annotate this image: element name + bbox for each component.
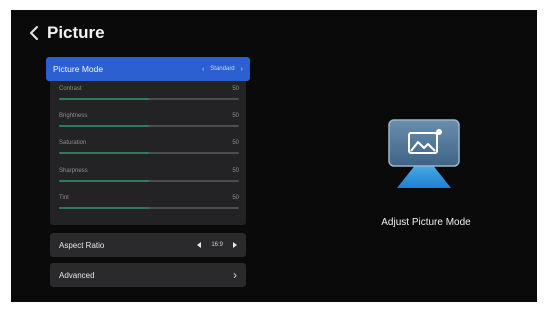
slider-track[interactable] <box>59 207 239 209</box>
slider-track[interactable] <box>59 152 239 154</box>
picture-mode-selector[interactable]: ‹ Standard › <box>202 66 243 73</box>
preview-caption: Adjust Picture Mode <box>381 217 471 228</box>
slider-label: Brightness <box>59 113 88 119</box>
slider-sharpness[interactable]: Sharpness 50 <box>59 165 239 189</box>
picture-mode-row[interactable]: Picture Mode ‹ Standard › <box>46 57 250 81</box>
back-button[interactable] <box>29 25 41 41</box>
slider-value: 50 <box>232 86 239 92</box>
slider-fill <box>59 207 149 209</box>
chevron-right-icon: › <box>233 268 237 282</box>
slider-label: Saturation <box>59 140 87 146</box>
slider-label: Tint <box>59 195 69 201</box>
chevron-left-icon <box>30 26 38 40</box>
tv-screen: Picture Picture Mode ‹ Standard › Contra… <box>11 10 537 302</box>
slider-track[interactable] <box>59 98 239 100</box>
settings-panel: Picture Mode ‹ Standard › Contrast 50 Br… <box>46 57 250 287</box>
advanced-label: Advanced <box>59 270 95 280</box>
picture-mode-value: Standard <box>210 66 235 72</box>
picture-mode-icon <box>388 119 460 188</box>
slider-fill <box>59 125 149 127</box>
slider-fill <box>59 152 149 154</box>
slider-label: Contrast <box>59 86 82 92</box>
aspect-ratio-value: 16:9 <box>211 242 223 248</box>
slider-track[interactable] <box>59 125 239 127</box>
arrow-right-icon[interactable] <box>233 242 237 248</box>
aspect-ratio-label: Aspect Ratio <box>59 240 105 250</box>
chevron-left-icon[interactable]: ‹ <box>202 66 204 73</box>
advanced-row[interactable]: Advanced › <box>50 263 246 287</box>
arrow-left-icon[interactable] <box>197 242 202 248</box>
picture-mode-label: Picture Mode <box>53 64 104 74</box>
slider-label: Sharpness <box>59 168 88 174</box>
slider-track[interactable] <box>59 180 239 182</box>
slider-brightness[interactable]: Brightness 50 <box>59 110 239 134</box>
aspect-ratio-selector[interactable]: 16:9 <box>197 242 237 248</box>
slider-value: 50 <box>232 113 239 119</box>
slider-value: 50 <box>232 168 239 174</box>
slider-value: 50 <box>232 195 239 201</box>
picture-sliders: Contrast 50 Brightness 50 Saturation 50 … <box>50 81 246 225</box>
chevron-right-icon[interactable]: › <box>241 66 243 73</box>
slider-value: 50 <box>232 140 239 146</box>
page-title: Picture <box>47 23 105 42</box>
slider-contrast[interactable]: Contrast 50 <box>59 83 239 107</box>
slider-fill <box>59 98 149 100</box>
slider-tint[interactable]: Tint 50 <box>59 192 239 216</box>
picture-mode-illustration <box>383 118 465 198</box>
aspect-ratio-row[interactable]: Aspect Ratio 16:9 <box>50 233 246 257</box>
slider-fill <box>59 180 149 182</box>
slider-saturation[interactable]: Saturation 50 <box>59 137 239 161</box>
